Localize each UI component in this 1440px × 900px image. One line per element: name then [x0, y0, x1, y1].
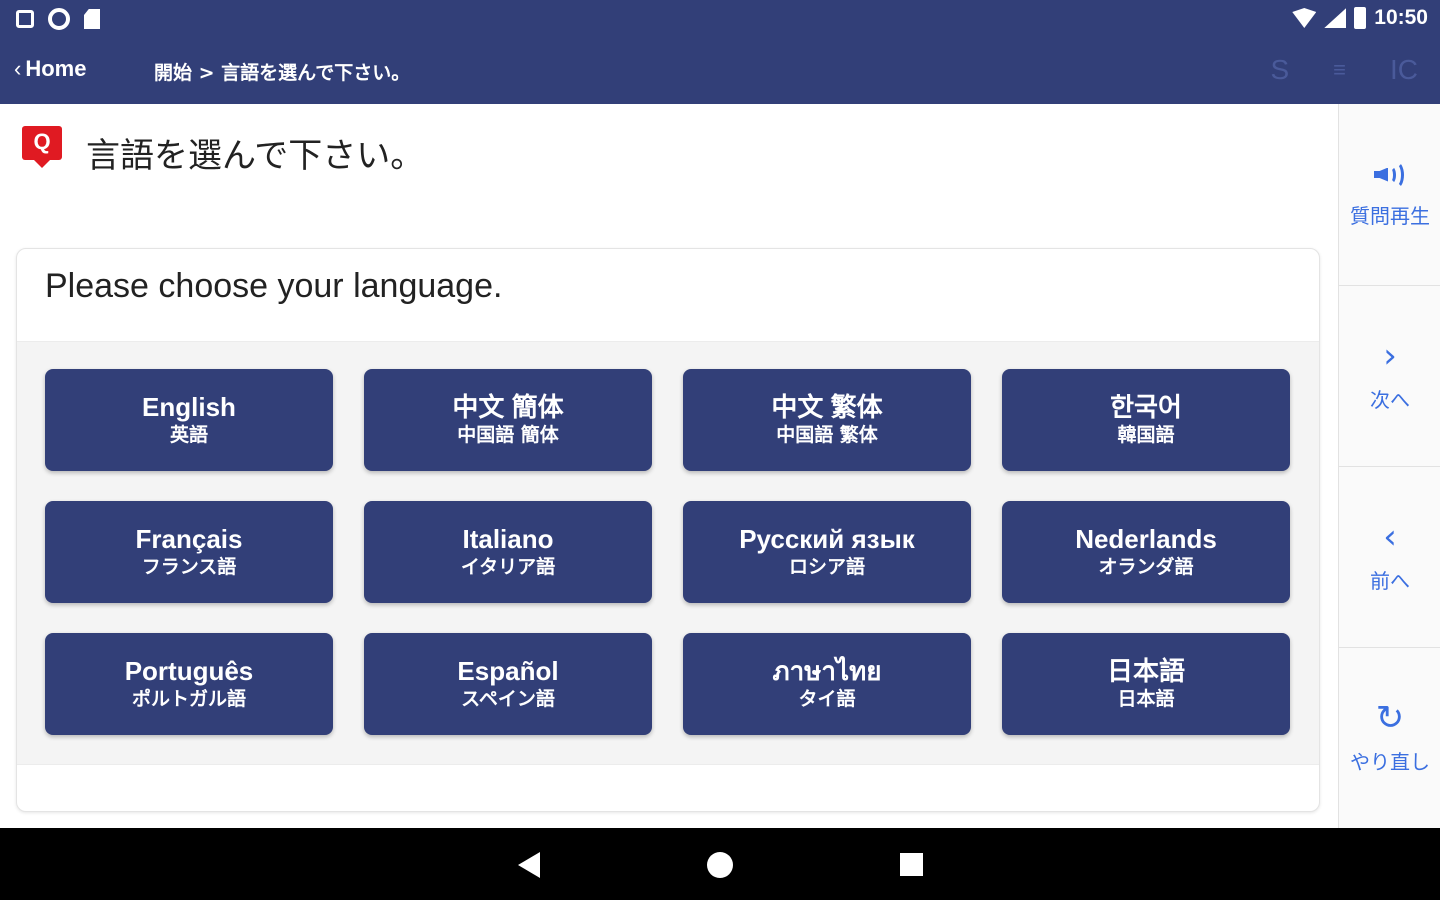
language-card: Please choose your language. English 英語 …	[16, 248, 1320, 812]
chevron-left-icon: ‹	[14, 56, 22, 81]
language-button-thai[interactable]: ภาษาไทย タイ語	[683, 633, 971, 735]
language-subtitle: オランダ語	[1098, 556, 1194, 578]
breadcrumb: 開始 > 言語を選んで下さい。	[154, 62, 411, 84]
header-action-ic[interactable]: IC	[1390, 54, 1418, 86]
sync-notification-icon	[48, 8, 70, 30]
language-name: ภาษาไทย	[772, 656, 882, 686]
language-subtitle: スペイン語	[461, 688, 555, 710]
language-button-chinese-simplified[interactable]: 中文 簡体 中国語 簡体	[364, 369, 652, 471]
question-title: 言語を選んで下さい。	[86, 136, 425, 176]
language-name: Italiano	[462, 524, 554, 554]
language-name: Nederlands	[1075, 524, 1217, 554]
language-subtitle: ロシア語	[788, 556, 865, 578]
language-subtitle: ポルトガル語	[131, 688, 246, 710]
language-subtitle: フランス語	[141, 556, 237, 578]
question-badge-icon: Q	[22, 126, 62, 168]
language-button-portuguese[interactable]: Português ポルトガル語	[45, 633, 333, 735]
language-button-english[interactable]: English 英語	[45, 369, 333, 471]
action-sidebar: 質問再生 › 次へ ‹ 前へ ↻ やり直し	[1338, 104, 1440, 828]
recent-apps-icon[interactable]	[900, 853, 923, 876]
language-name: Español	[457, 656, 559, 686]
language-name: English	[142, 392, 236, 422]
language-prompt: Please choose your language.	[45, 267, 503, 305]
previous-label: 前へ	[1370, 569, 1410, 593]
battery-icon	[1354, 7, 1367, 29]
language-name: 中文 簡体	[452, 392, 564, 422]
language-name: Français	[135, 524, 243, 554]
replay-label: 質問再生	[1350, 203, 1430, 228]
redo-icon: ↻	[1375, 698, 1405, 738]
language-subtitle: イタリア語	[460, 556, 556, 578]
language-button-korean[interactable]: 한국어 韓国語	[1002, 369, 1290, 471]
language-subtitle: 中国語 簡体	[457, 424, 559, 446]
app-header: ‹ Home 開始 > 言語を選んで下さい。 S ≡ IC	[0, 38, 1440, 104]
menu-icon[interactable]: ≡	[1333, 57, 1346, 83]
redo-button[interactable]: ↻ やり直し	[1339, 647, 1440, 827]
previous-button[interactable]: ‹ 前へ	[1339, 466, 1440, 646]
language-button-italian[interactable]: Italiano イタリア語	[364, 501, 652, 603]
language-button-spanish[interactable]: Español スペイン語	[364, 633, 652, 735]
chevron-right-icon: ›	[1383, 336, 1397, 376]
status-bar: 10:50	[0, 0, 1440, 38]
language-button-russian[interactable]: Русский язык ロシア語	[683, 501, 971, 603]
home-button[interactable]: ‹ Home	[14, 56, 86, 82]
replay-question-button[interactable]: 質問再生	[1339, 104, 1440, 284]
redo-label: やり直し	[1350, 750, 1430, 774]
language-name: 한국어	[1110, 392, 1182, 422]
next-label: 次へ	[1370, 388, 1410, 412]
language-subtitle: 英語	[169, 424, 208, 446]
language-name: 中文 繁体	[771, 392, 883, 422]
cell-signal-icon	[1324, 8, 1347, 28]
language-name: 日本語	[1106, 656, 1185, 686]
status-notifications	[16, 8, 100, 30]
language-subtitle: 中国語 繁体	[776, 424, 878, 446]
header-action-s[interactable]: S	[1270, 54, 1289, 86]
wifi-icon	[1292, 8, 1317, 28]
speaker-icon	[1372, 160, 1408, 190]
language-button-chinese-traditional[interactable]: 中文 繁体 中国語 繁体	[683, 369, 971, 471]
status-system-tray: 10:50	[1292, 6, 1428, 30]
language-button-dutch[interactable]: Nederlands オランダ語	[1002, 501, 1290, 603]
home-label: Home	[25, 56, 87, 81]
status-time: 10:50	[1374, 6, 1428, 29]
app-notification-icon	[16, 10, 34, 28]
system-navigation-bar	[0, 828, 1440, 900]
language-subtitle: 韓国語	[1117, 424, 1175, 446]
home-circle-icon[interactable]	[707, 852, 733, 878]
language-subtitle: 日本語	[1117, 688, 1175, 710]
chevron-left-icon: ‹	[1383, 517, 1397, 557]
language-grid: English 英語 中文 簡体 中国語 簡体 中文 繁体 中国語 繁体 한국어…	[45, 369, 1290, 735]
sd-card-icon	[84, 9, 100, 29]
language-name: Русский язык	[739, 524, 915, 554]
language-subtitle: タイ語	[798, 688, 856, 710]
header-actions: S ≡ IC	[1270, 54, 1418, 86]
language-button-japanese[interactable]: 日本語 日本語	[1002, 633, 1290, 735]
language-name: Português	[124, 656, 254, 686]
language-button-french[interactable]: Français フランス語	[45, 501, 333, 603]
next-button[interactable]: › 次へ	[1339, 285, 1440, 465]
back-icon[interactable]	[518, 852, 540, 878]
